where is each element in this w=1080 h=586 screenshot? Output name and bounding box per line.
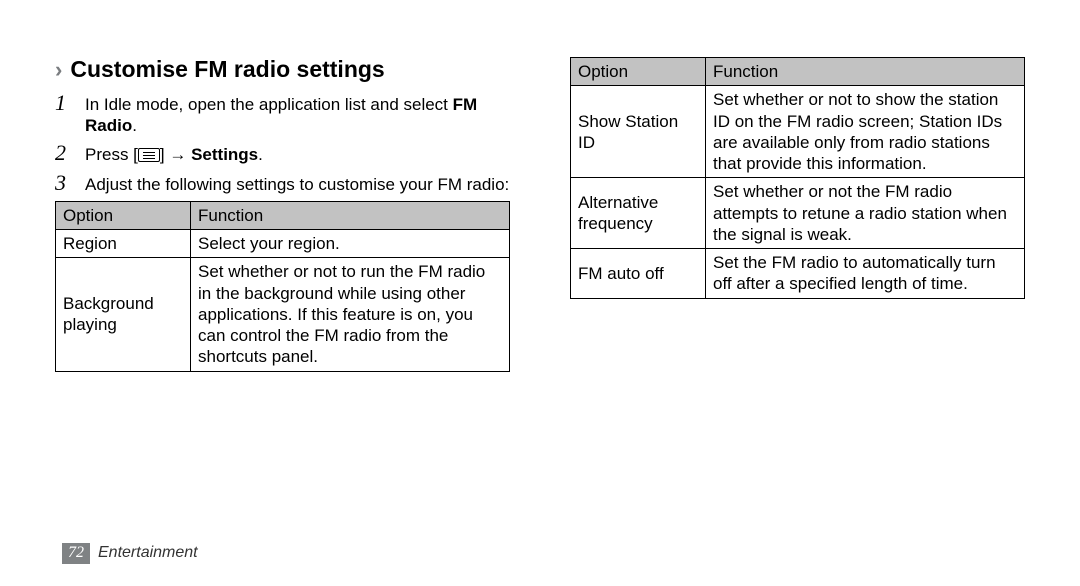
section-heading: › Customise FM radio settings (55, 55, 510, 84)
section-name: Entertainment (98, 543, 198, 563)
option-cell: Show Station ID (571, 86, 706, 178)
function-cell: Set the FM radio to automatically turn o… (706, 249, 1025, 299)
table-row: Background playing Set whether or not to… (56, 258, 510, 371)
step-number: 2 (55, 142, 85, 164)
menu-key-icon (138, 148, 160, 162)
function-cell: Select your region. (191, 230, 510, 258)
left-column: › Customise FM radio settings 1 In Idle … (55, 55, 510, 372)
step-2: 2 Press [ ] → Settings. (55, 142, 510, 165)
step-body: Press [ ] → Settings. (85, 142, 510, 165)
step-1: 1 In Idle mode, open the application lis… (55, 92, 510, 137)
col-header-function: Function (706, 58, 1025, 86)
chevron-right-icon: › (55, 59, 62, 81)
table-header-row: Option Function (571, 58, 1025, 86)
col-header-function: Function (191, 201, 510, 229)
option-cell: Region (56, 230, 191, 258)
steps-list: 1 In Idle mode, open the application lis… (55, 92, 510, 195)
settings-table-1: Option Function Region Select your regio… (55, 201, 510, 372)
step-2-text-b: ] → (160, 145, 191, 164)
table-row: FM auto off Set the FM radio to automati… (571, 249, 1025, 299)
step-3: 3 Adjust the following settings to custo… (55, 172, 510, 195)
option-cell: Alternative frequency (571, 178, 706, 249)
page-number: 72 (62, 543, 90, 564)
step-body: In Idle mode, open the application list … (85, 92, 510, 137)
step-2-bold: Settings (191, 145, 258, 164)
function-cell: Set whether or not to show the station I… (706, 86, 1025, 178)
col-header-option: Option (56, 201, 191, 229)
table-row: Region Select your region. (56, 230, 510, 258)
step-3-text: Adjust the following settings to customi… (85, 172, 510, 195)
page: › Customise FM radio settings 1 In Idle … (0, 0, 1080, 586)
function-cell: Set whether or not the FM radio attempts… (706, 178, 1025, 249)
step-1-text-a: In Idle mode, open the application list … (85, 95, 453, 114)
step-1-text-c: . (132, 116, 137, 135)
option-cell: FM auto off (571, 249, 706, 299)
table-header-row: Option Function (56, 201, 510, 229)
step-number: 1 (55, 92, 85, 114)
step-number: 3 (55, 172, 85, 194)
content-columns: › Customise FM radio settings 1 In Idle … (55, 55, 1025, 372)
col-header-option: Option (571, 58, 706, 86)
section-heading-text: Customise FM radio settings (70, 55, 384, 84)
table-row: Show Station ID Set whether or not to sh… (571, 86, 1025, 178)
page-footer: 72 Entertainment (62, 543, 198, 564)
settings-table-2: Option Function Show Station ID Set whet… (570, 57, 1025, 299)
step-2-text-a: Press [ (85, 145, 138, 164)
table-row: Alternative frequency Set whether or not… (571, 178, 1025, 249)
step-2-text-d: . (258, 145, 263, 164)
option-cell: Background playing (56, 258, 191, 371)
right-column: Option Function Show Station ID Set whet… (570, 55, 1025, 372)
function-cell: Set whether or not to run the FM radio i… (191, 258, 510, 371)
